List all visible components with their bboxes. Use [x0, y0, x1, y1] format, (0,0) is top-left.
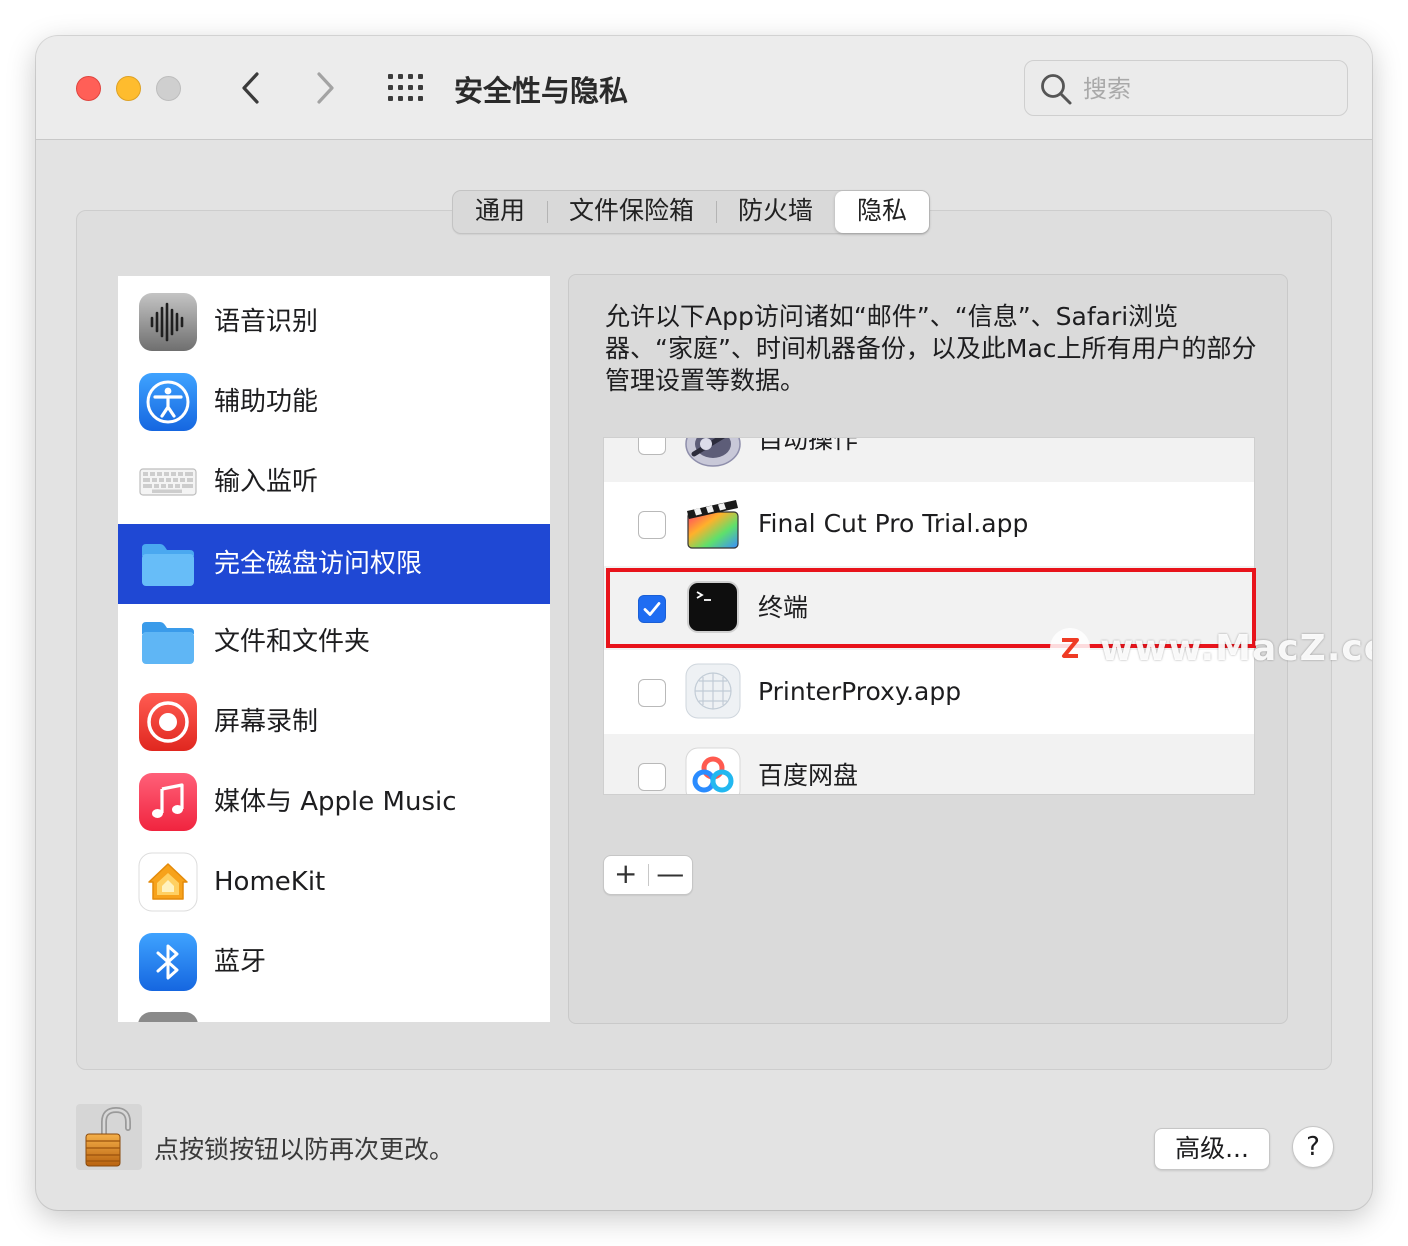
sidebar-item-label: 语音识别 — [214, 307, 319, 337]
app-checkbox[interactable] — [638, 511, 666, 539]
app-name: Final Cut Pro Trial.app — [758, 509, 1029, 538]
macz-logo-icon — [1050, 628, 1090, 668]
title-bar: 安全性与隐私 — [36, 36, 1372, 140]
chevron-right-icon — [317, 72, 334, 104]
terminal-icon — [687, 581, 739, 633]
keyboard-icon — [139, 468, 197, 496]
app-list[interactable]: 自动操作 Final Cut Pro Trial.app 终端 PrinterP… — [603, 437, 1255, 795]
window-title: 安全性与隐私 — [454, 74, 629, 108]
unlocked-padlock-icon[interactable] — [76, 1104, 142, 1170]
sidebar-item-label: 屏幕录制 — [214, 707, 319, 737]
grid-icon — [388, 74, 423, 101]
app-checkbox-checked[interactable] — [638, 595, 666, 623]
search-icon — [1041, 74, 1072, 105]
add-app-button[interactable]: + — [604, 856, 648, 894]
final-cut-pro-icon — [687, 500, 739, 549]
search-input[interactable] — [1083, 71, 1333, 107]
forward-button[interactable] — [304, 68, 344, 108]
privacy-category-list: 语音识别 辅助功能 输入监听 完全磁盘访问权限 文件和文件夹 屏幕录制 媒体与 … — [118, 276, 550, 1022]
watermark: www.MacZ.com — [1050, 618, 1372, 678]
app-row-baidu-netdisk[interactable]: 百度网盘 — [604, 734, 1254, 794]
sidebar-item-media-apple-music[interactable]: 媒体与 Apple Music — [118, 762, 550, 842]
folder-icon — [142, 544, 194, 586]
printer-proxy-icon — [685, 663, 741, 719]
sidebar-item-accessibility[interactable]: 辅助功能 — [118, 362, 550, 442]
bluetooth-icon — [139, 933, 197, 991]
sidebar-item-screen-recording[interactable]: 屏幕录制 — [118, 682, 550, 762]
sidebar-item-label: 辅助功能 — [214, 387, 319, 417]
app-name: 自动操作 — [758, 437, 859, 454]
zoom-button[interactable] — [156, 76, 181, 101]
remove-app-button[interactable]: — — [648, 856, 692, 894]
sidebar-item-label: 输入监听 — [214, 467, 319, 497]
waveform-icon — [139, 293, 197, 351]
back-button[interactable] — [232, 68, 272, 108]
watermark-text: www.MacZ.com — [1100, 627, 1372, 669]
tab-privacy[interactable]: 隐私 — [835, 191, 930, 233]
tab-bar: 通用 文件保险箱 防火墙 隐私 — [452, 190, 931, 234]
sidebar-item-label: 蓝牙 — [214, 947, 267, 977]
sidebar-item-label: 媒体与 Apple Music — [214, 787, 457, 817]
sidebar-item-bluetooth[interactable]: 蓝牙 — [118, 922, 550, 1002]
home-icon — [138, 852, 198, 912]
sidebar-item-input-monitoring[interactable]: 输入监听 — [118, 442, 550, 522]
sidebar-item-homekit[interactable]: HomeKit — [118, 842, 550, 922]
folder-icon — [142, 622, 194, 664]
app-checkbox[interactable] — [638, 679, 666, 707]
sidebar-item-full-disk-access[interactable]: 完全磁盘访问权限 — [118, 524, 550, 604]
baidu-netdisk-icon — [685, 747, 741, 794]
advanced-button[interactable]: 高级... — [1154, 1128, 1270, 1170]
screen-record-icon — [139, 693, 197, 751]
sidebar-item-files-and-folders[interactable]: 文件和文件夹 — [118, 602, 550, 682]
partial-icon — [138, 1012, 198, 1022]
close-button[interactable] — [76, 76, 101, 101]
app-row-final-cut-pro[interactable]: Final Cut Pro Trial.app — [604, 482, 1254, 566]
accessibility-icon — [139, 373, 197, 431]
app-name: PrinterProxy.app — [758, 677, 962, 706]
app-row-automator[interactable]: 自动操作 — [604, 437, 1254, 482]
lock-hint: 点按锁按钮以防再次更改。 — [154, 1135, 455, 1164]
chevron-left-icon — [242, 72, 259, 104]
app-checkbox[interactable] — [638, 438, 666, 455]
app-name: 终端 — [758, 593, 809, 622]
tab-firewall[interactable]: 防火墙 — [716, 191, 835, 233]
music-icon — [139, 773, 197, 831]
sidebar-item-label: HomeKit — [214, 867, 326, 897]
sidebar-item-label: 完全磁盘访问权限 — [214, 549, 423, 579]
tab-filevault[interactable]: 文件保险箱 — [547, 191, 716, 233]
help-button[interactable]: ? — [1292, 1126, 1334, 1168]
minimize-button[interactable] — [116, 76, 141, 101]
app-checkbox[interactable] — [638, 763, 666, 791]
sidebar-item-speech-recognition[interactable]: 语音识别 — [118, 282, 550, 362]
automator-icon — [685, 438, 741, 467]
preferences-window: 安全性与隐私 通用 文件保险箱 防火墙 隐私 — [36, 36, 1372, 1210]
search-field[interactable] — [1024, 60, 1348, 116]
tab-general[interactable]: 通用 — [453, 191, 547, 233]
sidebar-item-label: 文件和文件夹 — [214, 627, 371, 657]
checkmark-icon — [643, 602, 661, 616]
sidebar-item-partial[interactable] — [118, 1012, 550, 1022]
app-name: 百度网盘 — [758, 761, 859, 790]
add-remove-control: + — — [603, 855, 693, 895]
show-all-button[interactable] — [386, 72, 426, 104]
permission-description: 允许以下App访问诸如“邮件”、“信息”、Safari浏览器、“家庭”、时间机器… — [605, 302, 1257, 395]
